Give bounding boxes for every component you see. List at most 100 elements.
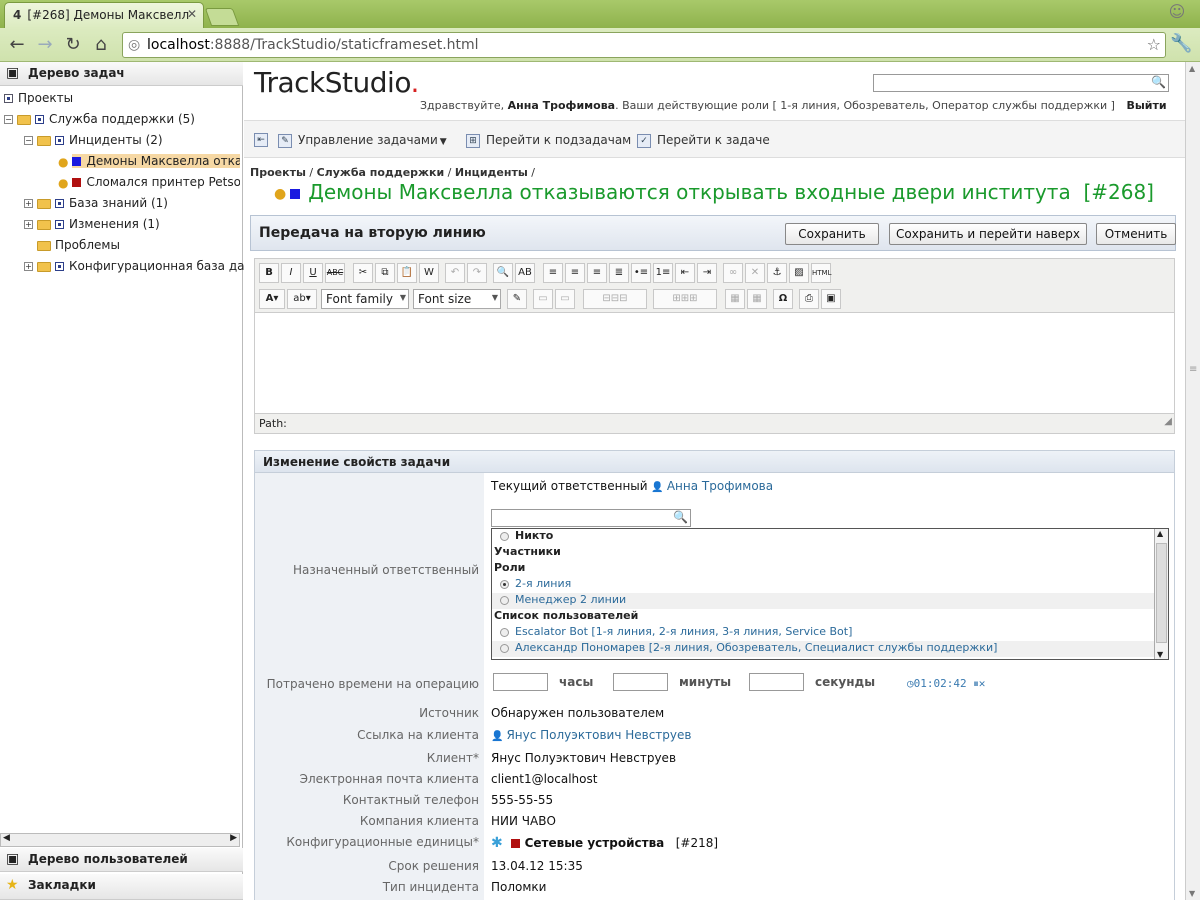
current-handler-name[interactable]: Анна Трофимова (667, 479, 773, 493)
undo-icon[interactable]: ↶ (445, 263, 465, 283)
tree-item-printer[interactable]: ● Сломался принтер Petson (58, 175, 240, 195)
split-cells-icon[interactable]: ▦ (747, 289, 767, 309)
breadcrumb-item[interactable]: Служба поддержки (317, 166, 445, 179)
redo-icon[interactable]: ↷ (467, 263, 487, 283)
italic-icon[interactable]: I (281, 263, 301, 283)
align-left-icon[interactable]: ≡ (543, 263, 563, 283)
global-search-input[interactable]: 🔍 (873, 74, 1169, 92)
anchor-icon[interactable]: ⚓ (767, 263, 787, 283)
tree-item-knowledge[interactable]: + База знаний (1) (24, 196, 264, 216)
search-icon[interactable]: 🔍 (1151, 75, 1166, 89)
radio-button[interactable] (500, 595, 509, 605)
align-justify-icon[interactable]: ≣ (609, 263, 629, 283)
scroll-up-icon[interactable]: ▲ (1157, 529, 1163, 538)
goto-task-button[interactable]: ✓ Перейти к задаче (637, 133, 770, 148)
cut-icon[interactable]: ✂ (353, 263, 373, 283)
list-item-2nd-line[interactable]: 2-я линия (492, 577, 1154, 593)
expand-icon[interactable]: + (24, 199, 33, 208)
list-item-escalator-bot[interactable]: Escalator Bot [1-я линия, 2-я линия, 3-я… (492, 625, 1154, 641)
table-row-icon[interactable]: ▭ (533, 289, 553, 309)
list-item-manager[interactable]: Менеджер 2 линии (492, 593, 1154, 609)
back-arrow-icon[interactable]: ← (6, 34, 28, 56)
tree-item-incidents[interactable]: − Инциденты (2) (24, 133, 264, 153)
link-icon[interactable]: ∞ (723, 263, 743, 283)
search-icon[interactable]: 🔍 (673, 510, 688, 524)
text-color-icon[interactable]: A▾ (259, 289, 285, 309)
tree-item-task-268[interactable]: ● Демоны Максвелла отказ (58, 154, 240, 174)
config-item-name[interactable]: Сетевые устройства (525, 836, 665, 850)
radio-button-checked[interactable] (500, 579, 509, 589)
copy-icon[interactable]: ⧉ (375, 263, 395, 283)
hours-input[interactable] (493, 673, 548, 691)
fullscreen-icon[interactable]: ▣ (821, 289, 841, 309)
client-link[interactable]: Янус Полуэктович Невструев (506, 728, 691, 742)
scroll-thumb[interactable] (1156, 543, 1167, 643)
user-tree-header[interactable]: ▣ Дерево пользователей (0, 848, 243, 872)
handler-list-scrollbar[interactable]: ▲ ▼ (1154, 529, 1168, 659)
style-edit-icon[interactable]: ✎ (507, 289, 527, 309)
font-size-select[interactable]: Font size ▼ (413, 289, 501, 309)
outdent-icon[interactable]: ⇤ (675, 263, 695, 283)
minutes-input[interactable] (613, 673, 668, 691)
indent-icon[interactable]: ⇥ (697, 263, 717, 283)
tree-item-projects[interactable]: Проекты (4, 91, 244, 111)
table-col-icon[interactable]: ▭ (555, 289, 575, 309)
editor-body[interactable] (255, 313, 1174, 413)
forward-arrow-icon[interactable]: → (34, 34, 56, 56)
browser-tab[interactable]: 4 [#268] Демоны Максвелл ✕ (4, 2, 204, 28)
tab-close-icon[interactable]: ✕ (187, 7, 197, 21)
unlink-icon[interactable]: ✕ (745, 263, 765, 283)
scroll-up-icon[interactable]: ▲ (1189, 64, 1195, 73)
goto-subtasks-button[interactable]: ⊞ Перейти к подзадачам (466, 133, 631, 148)
expand-icon[interactable]: + (24, 220, 33, 229)
radio-button[interactable] (500, 627, 509, 637)
manage-tasks-menu[interactable]: ✎ Управление задачами ▼ (278, 133, 447, 148)
numbered-list-icon[interactable]: 1≡ (653, 263, 673, 283)
scroll-thumb-grip[interactable]: ≡ (1189, 364, 1197, 375)
bookmark-star-icon[interactable]: ☆ (1147, 35, 1161, 54)
bookmarks-header[interactable]: ★ Закладки (0, 874, 243, 900)
strikethrough-icon[interactable]: ABC (325, 263, 345, 283)
paste-word-icon[interactable]: W (419, 263, 439, 283)
expand-icon[interactable]: + (24, 262, 33, 271)
find-icon[interactable]: 🔍 (493, 263, 513, 283)
list-item-nobody[interactable]: Никто (492, 529, 1154, 545)
page-scrollbar[interactable]: ▲ ≡ ▼ (1185, 62, 1200, 900)
scroll-down-icon[interactable]: ▼ (1189, 889, 1195, 898)
bold-icon[interactable]: B (259, 263, 279, 283)
merge-cells-icon[interactable]: ▦ (725, 289, 745, 309)
tree-item-support[interactable]: − Служба поддержки (5) (4, 112, 244, 132)
address-bar[interactable]: ◎ localhost:8888/TrackStudio/staticframe… (122, 32, 1166, 58)
reload-icon[interactable]: ↻ (62, 34, 84, 56)
table-ops-icon[interactable]: ⊟⊟⊟ (583, 289, 647, 309)
handler-list[interactable]: Никто Участники Роли 2-я линия Менеджер … (491, 528, 1169, 660)
font-family-select[interactable]: Font family ▼ (321, 289, 409, 309)
collapse-icon[interactable]: − (4, 115, 13, 124)
tree-item-problems[interactable]: Проблемы (37, 238, 277, 258)
image-icon[interactable]: ▨ (789, 263, 809, 283)
tree-item-changes[interactable]: + Изменения (1) (24, 217, 264, 237)
close-icon[interactable]: ✕ (979, 677, 986, 690)
radio-button[interactable] (500, 531, 509, 541)
wrench-menu-icon[interactable]: 🔧 (1170, 33, 1192, 54)
highlight-color-icon[interactable]: ab▾ (287, 289, 317, 309)
html-source-icon[interactable]: HTML (811, 263, 831, 283)
tree-item-config-db[interactable]: + Конфигурационная база дан (24, 259, 264, 279)
radio-button[interactable] (500, 643, 509, 653)
align-center-icon[interactable]: ≡ (565, 263, 585, 283)
replace-icon[interactable]: AB (515, 263, 535, 283)
resize-handle-icon[interactable]: ◢ (1164, 416, 1172, 427)
tree-horizontal-scrollbar[interactable]: ◀ ▶ (0, 833, 240, 847)
seconds-input[interactable] (749, 673, 804, 691)
logout-link[interactable]: Выйти (1126, 99, 1166, 112)
print-icon[interactable]: ⎙ (799, 289, 819, 309)
cell-ops-icon[interactable]: ⊞⊞⊞ (653, 289, 717, 309)
save-and-up-button[interactable]: Сохранить и перейти наверх (889, 223, 1087, 245)
save-button[interactable]: Сохранить (785, 223, 879, 245)
align-right-icon[interactable]: ≡ (587, 263, 607, 283)
list-item-ponomarev[interactable]: Александр Пономарев [2-я линия, Обозрева… (492, 641, 1154, 657)
breadcrumb-item[interactable]: Инциденты (455, 166, 528, 179)
bullet-list-icon[interactable]: •≡ (631, 263, 651, 283)
scroll-down-icon[interactable]: ▼ (1157, 650, 1163, 659)
underline-icon[interactable]: U (303, 263, 323, 283)
